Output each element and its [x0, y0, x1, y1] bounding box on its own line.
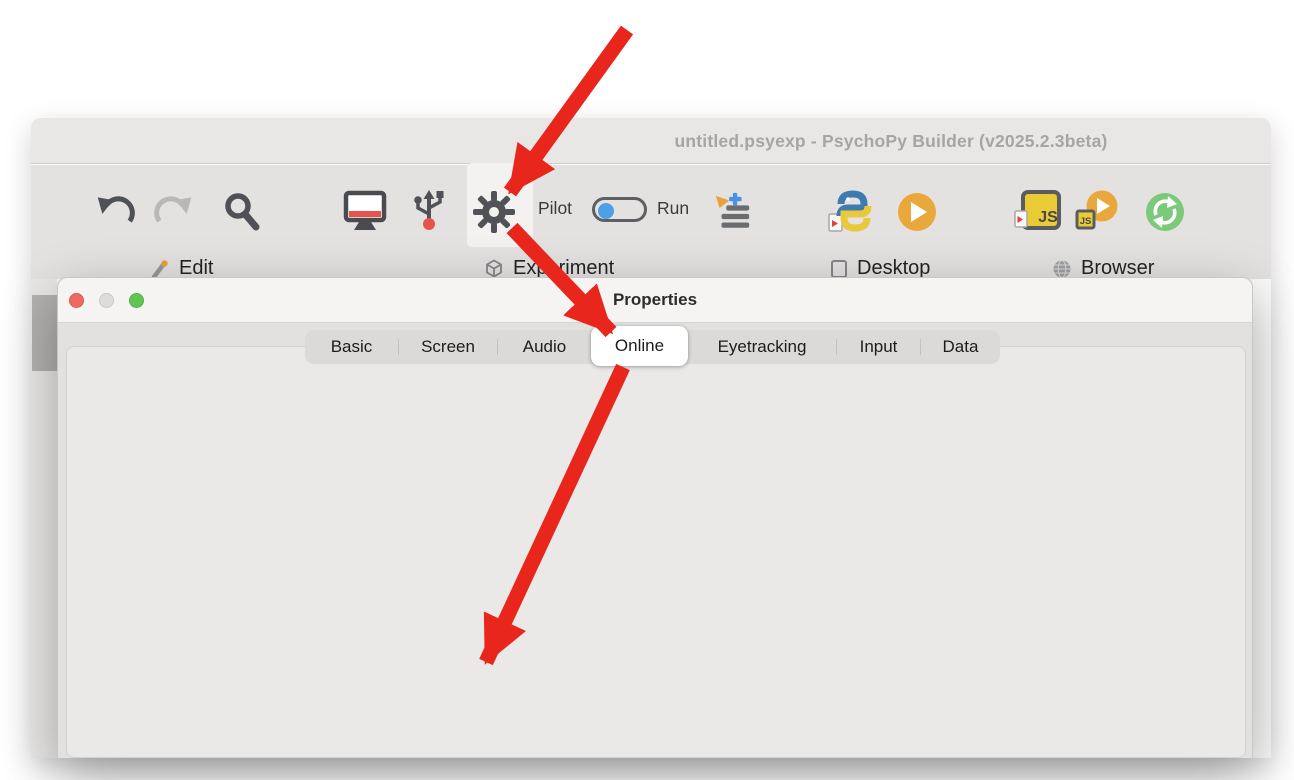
cube-icon — [484, 259, 504, 279]
pilot-run-toggle[interactable] — [592, 197, 647, 222]
tab-audio[interactable]: Audio — [498, 330, 591, 364]
pilot-label: Pilot — [538, 198, 572, 219]
redo-button[interactable] — [152, 190, 194, 234]
window-title: untitled.psyexp - PsychoPy Builder (v202… — [591, 131, 1191, 152]
redo-icon — [152, 192, 194, 232]
compile-js-button[interactable]: JS — [1014, 190, 1061, 232]
components-panel-edge — [31, 279, 57, 758]
properties-dialog: Properties Basic Screen Audio Online Eye… — [57, 277, 1253, 758]
run-js-button[interactable]: JS — [1074, 190, 1121, 232]
run-python-button[interactable] — [896, 191, 938, 233]
globe-icon — [1052, 259, 1072, 279]
settings-tabbar: Basic Screen Audio Online Eyetracking In… — [305, 330, 1000, 364]
sync-icon — [1144, 191, 1186, 233]
find-button[interactable] — [221, 191, 263, 233]
python-icon — [827, 190, 873, 234]
compile-python-button[interactable] — [827, 189, 873, 234]
tab-online[interactable]: Online — [591, 326, 688, 366]
tab-content-panel — [66, 346, 1246, 758]
dialog-titlebar: Properties — [58, 278, 1252, 323]
undo-icon — [95, 192, 137, 232]
routine-list-icon — [711, 190, 753, 234]
experiment-settings-button[interactable] — [472, 190, 516, 234]
new-routine-button[interactable] — [711, 189, 753, 234]
monitor-center-button[interactable] — [342, 189, 388, 235]
screenshot-stage: untitled.psyexp - PsychoPy Builder (v202… — [0, 0, 1294, 780]
run-label: Run — [657, 198, 689, 219]
tab-eyetracking[interactable]: Eyetracking — [688, 330, 836, 364]
devices-button[interactable] — [407, 188, 451, 235]
tab-input[interactable]: Input — [837, 330, 920, 364]
play-icon — [896, 191, 938, 233]
svg-text:JS: JS — [1038, 209, 1058, 226]
tab-screen[interactable]: Screen — [399, 330, 497, 364]
builder-toolbar: Pilot Run — [31, 165, 1271, 279]
js-file-icon: JS — [1014, 190, 1061, 232]
components-panel-block — [32, 295, 57, 371]
tab-data[interactable]: Data — [921, 330, 1000, 364]
gear-icon — [472, 190, 516, 234]
sync-button[interactable] — [1144, 191, 1186, 233]
monitor-icon — [342, 190, 388, 235]
undo-button[interactable] — [95, 190, 137, 234]
search-icon — [221, 191, 263, 233]
svg-text:JS: JS — [1080, 216, 1092, 227]
js-play-icon: JS — [1074, 190, 1121, 232]
usb-icon — [407, 189, 451, 235]
window-icon — [830, 259, 848, 279]
toggle-knob — [598, 203, 614, 219]
tab-basic[interactable]: Basic — [305, 330, 398, 364]
dialog-title: Properties — [58, 290, 1252, 310]
builder-titlebar: untitled.psyexp - PsychoPy Builder (v202… — [31, 118, 1271, 164]
